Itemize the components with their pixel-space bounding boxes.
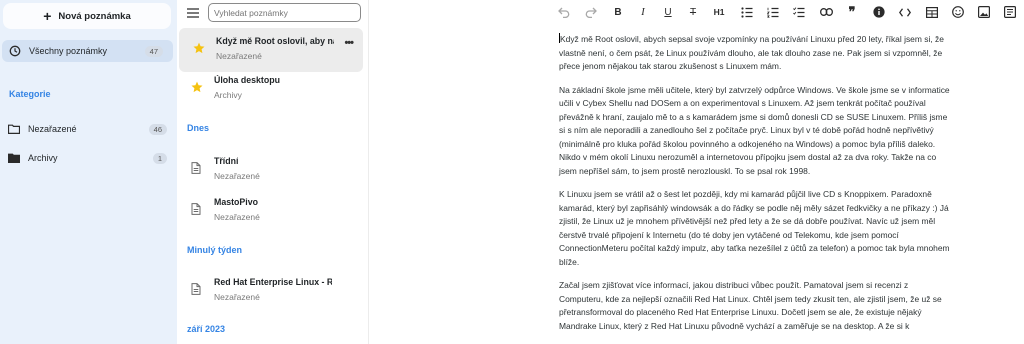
note-title: Úloha desktopu (214, 75, 280, 85)
sidebar: + Nová poznámka Všechny poznámky 47 Kate… (0, 0, 177, 344)
list-item[interactable]: Když mě Root oslovil, aby napsal… Nezařa… (179, 28, 363, 72)
note-title: Red Hat Enterprise Linux - RHEL (214, 277, 332, 287)
document-icon (191, 162, 203, 174)
folder-icon (8, 152, 21, 165)
list-item[interactable]: Red Hat Enterprise Linux - RHEL Nezařaze… (177, 269, 369, 313)
paragraph: Na základní škole jsme měli učitele, kte… (559, 84, 950, 176)
star-icon[interactable] (193, 42, 205, 54)
more-options-icon[interactable]: ••• (344, 37, 354, 49)
search-input[interactable] (208, 3, 361, 22)
document-icon (191, 283, 203, 295)
note-list: Když mě Root oslovil, aby napsal… Nezařa… (177, 0, 369, 344)
strikethrough-icon[interactable]: T (685, 4, 701, 20)
count-badge: 47 (144, 45, 163, 57)
bold-icon[interactable]: B (610, 4, 626, 20)
checklist-icon[interactable] (791, 4, 807, 20)
image-icon[interactable] (976, 4, 992, 20)
note-title: MastoPivo (214, 197, 258, 207)
code-icon[interactable] (897, 4, 913, 20)
editor: B I U T H1 ❞ Když mě Root oslovil, abych… (370, 0, 1024, 344)
new-note-button[interactable]: + Nová poznámka (3, 3, 171, 29)
list-item[interactable]: Třídní Nezařazené (177, 148, 369, 192)
paragraph: Když mě Root oslovil, abych sepsal svoje… (559, 33, 944, 71)
emoji-icon[interactable] (950, 4, 966, 20)
bullet-list-icon[interactable] (739, 4, 755, 20)
table-icon[interactable] (924, 4, 940, 20)
group-heading: Dnes (187, 123, 210, 133)
categories-heading: Kategorie (9, 89, 51, 99)
note-category: Nezařazené (214, 171, 260, 181)
history-icon (9, 45, 22, 58)
note-content[interactable]: Když mě Root oslovil, abych sepsal svoje… (559, 33, 954, 343)
count-badge: 1 (152, 152, 167, 164)
note-title: Třídní (214, 156, 239, 166)
paragraph: K Linuxu jsem se vrátil až o šest let po… (559, 189, 950, 267)
editor-toolbar: B I U T H1 ❞ (370, 0, 1024, 24)
link-icon[interactable] (818, 4, 834, 20)
italic-icon[interactable]: I (635, 4, 651, 20)
count-badge: 46 (148, 123, 167, 135)
list-item[interactable]: Úloha desktopu Archivy (177, 67, 369, 111)
sidebar-item-all-notes[interactable]: Všechny poznámky 47 (2, 40, 173, 62)
underline-icon[interactable]: U (660, 4, 676, 20)
sidebar-item-label: Všechny poznámky (29, 46, 108, 56)
undo-icon[interactable] (556, 4, 572, 20)
sidebar-item-nezarazene[interactable]: Nezařazené 46 (0, 118, 177, 140)
paragraph: Začal jsem zjišťovat více informací, jak… (559, 280, 942, 331)
plus-icon: + (43, 8, 52, 24)
menu-icon[interactable] (187, 8, 199, 18)
sidebar-item-archivy[interactable]: Archivy 1 (0, 147, 177, 169)
preview-icon[interactable] (1002, 4, 1018, 20)
sidebar-item-label: Archivy (28, 153, 58, 163)
note-category: Nezařazené (214, 292, 260, 302)
folder-icon (8, 123, 21, 136)
document-icon (191, 203, 203, 215)
star-icon[interactable] (191, 81, 203, 93)
note-category: Nezařazené (216, 51, 262, 61)
group-heading: Minulý týden (187, 245, 243, 255)
new-note-label: Nová poznámka (58, 10, 131, 22)
info-icon[interactable] (871, 4, 887, 20)
group-heading: září 2023 (187, 324, 226, 334)
numbered-list-icon[interactable] (765, 4, 781, 20)
heading-icon[interactable]: H1 (711, 4, 727, 20)
note-title: Když mě Root oslovil, aby napsal… (216, 36, 334, 46)
list-item[interactable]: MastoPivo Nezařazené (177, 189, 369, 233)
redo-icon[interactable] (583, 4, 599, 20)
note-category: Archivy (214, 90, 242, 100)
note-category: Nezařazené (214, 212, 260, 222)
sidebar-item-label: Nezařazené (28, 124, 77, 134)
quote-icon[interactable]: ❞ (844, 4, 860, 20)
